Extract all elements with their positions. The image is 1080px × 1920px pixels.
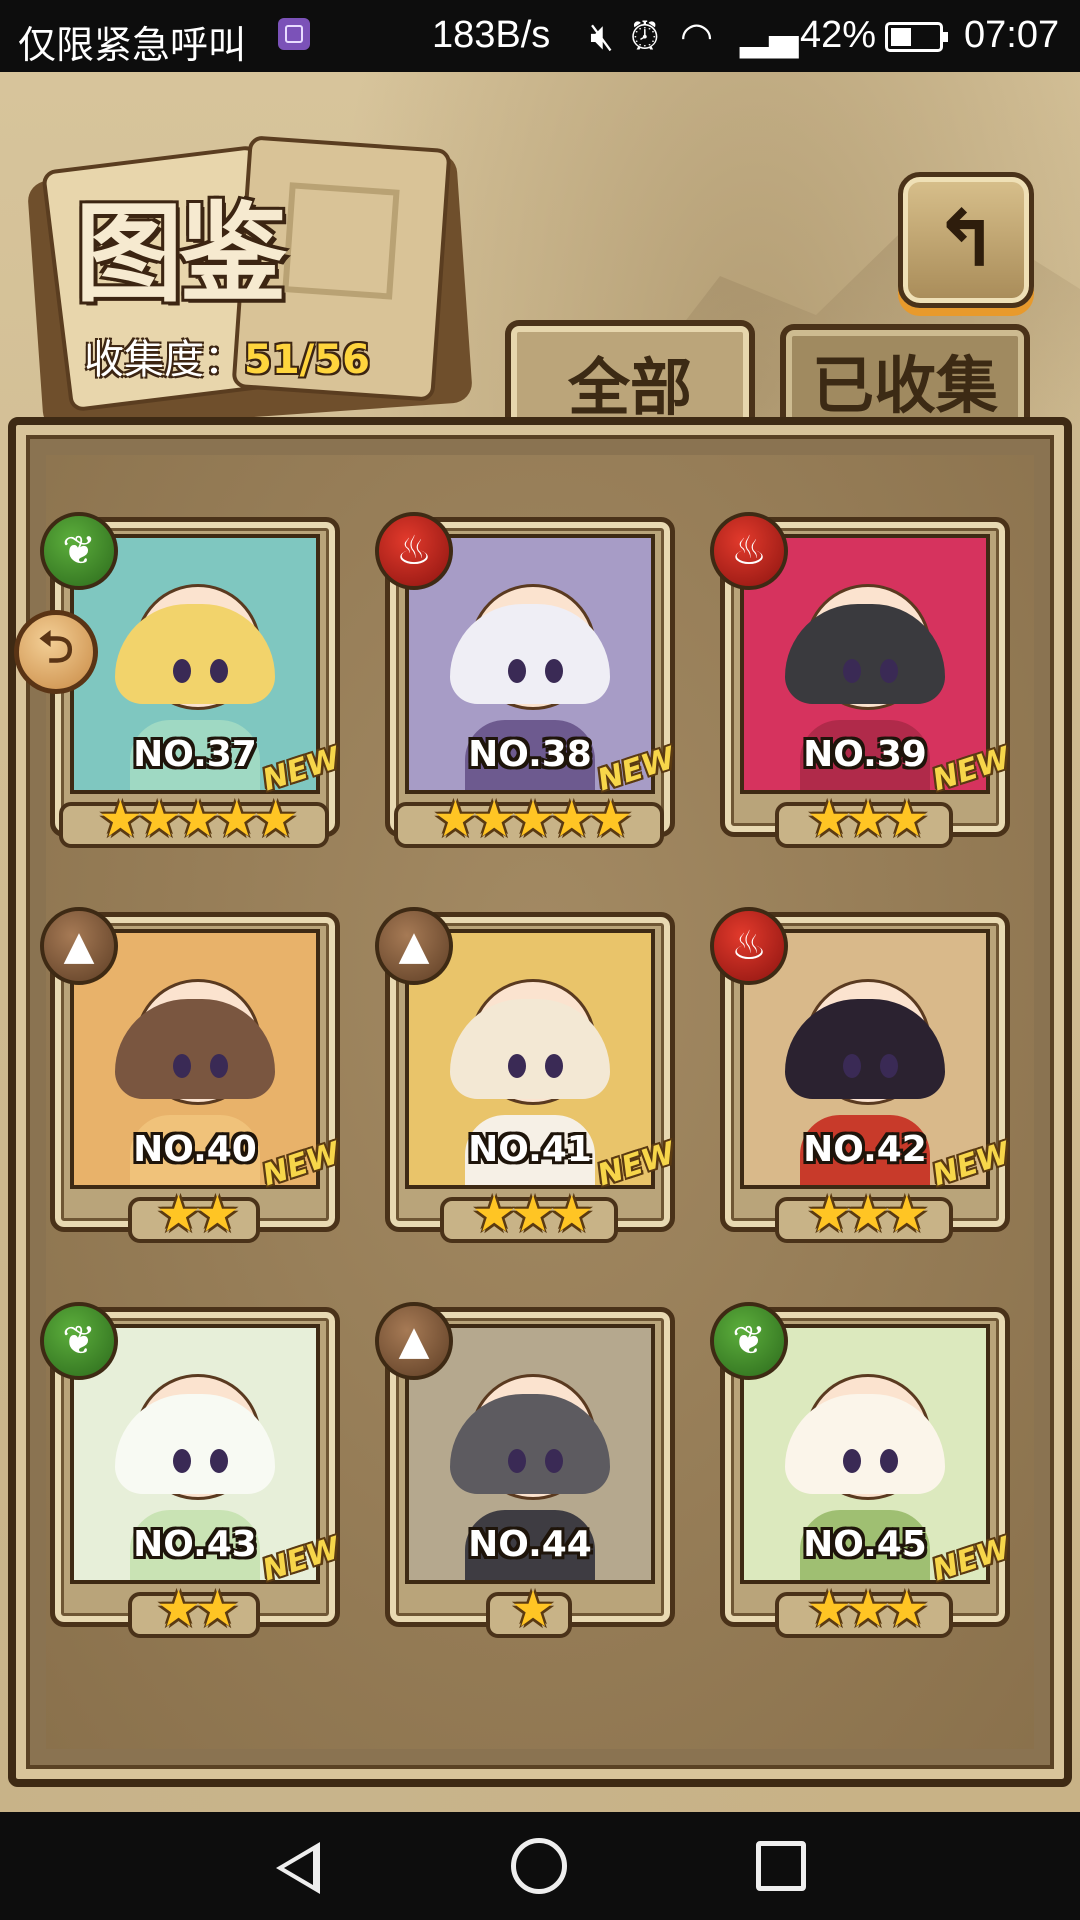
portrait-eye bbox=[209, 1448, 228, 1473]
leaf-icon: ❦ bbox=[40, 1302, 118, 1380]
character-card[interactable]: NO.40 NEW ★★ ▲ bbox=[40, 907, 348, 1257]
collection-value: 51/56 bbox=[244, 337, 370, 383]
mountain-icon: ▲ bbox=[375, 907, 453, 985]
home-nav-icon[interactable] bbox=[511, 1838, 567, 1894]
star-rating: ★★★ bbox=[471, 1185, 594, 1243]
leaf-icon: ❦ bbox=[710, 1302, 788, 1380]
recent-apps-nav-icon[interactable] bbox=[756, 1841, 806, 1891]
leaf-icon: ❦ bbox=[40, 512, 118, 590]
star-rating: ★★★ bbox=[806, 790, 929, 848]
clock: 07:07 bbox=[964, 14, 1060, 56]
collection-label: 收集度： bbox=[84, 337, 244, 383]
star-rating: ★ bbox=[510, 1580, 556, 1638]
mute-icon: 🔇︎ bbox=[590, 14, 614, 58]
star-rating: ★★ bbox=[156, 1185, 240, 1243]
character-card[interactable]: NO.44 ★ ▲ bbox=[375, 1302, 683, 1652]
back-nav-icon[interactable] bbox=[272, 1838, 328, 1894]
portrait-eye bbox=[209, 658, 228, 683]
star-rating: ★★★ bbox=[806, 1580, 929, 1638]
battery-icon bbox=[885, 22, 948, 52]
portrait-eye bbox=[879, 1448, 898, 1473]
page-title: 图鉴 bbox=[75, 192, 287, 317]
portrait-eye bbox=[544, 658, 563, 683]
scroll-left-button[interactable]: ⮌ bbox=[14, 610, 98, 694]
flame-icon: ♨ bbox=[710, 907, 788, 985]
navigation-bar bbox=[0, 1812, 1080, 1920]
mountain-icon: ▲ bbox=[40, 907, 118, 985]
status-bar: 仅限紧急呼叫 183B/s 🔇︎ ⏰︎ ◠ ▂▄ 42% 07:07 bbox=[0, 0, 1080, 72]
character-card[interactable]: NO.37 NEW ★★★★★ ❦ bbox=[40, 512, 348, 862]
portrait-eye bbox=[879, 1053, 898, 1078]
card-number: NO.44 bbox=[468, 1524, 592, 1565]
encyclopedia-screen: 图鉴 收集度：51/56 ↰ 全部 已收集 ⮌ NO.37 NEW ★★★★★ ❦ NO… bbox=[0, 72, 1080, 1812]
portrait-eye bbox=[544, 1448, 563, 1473]
collection-progress: 收集度：51/56 bbox=[84, 327, 370, 385]
flame-icon: ♨ bbox=[710, 512, 788, 590]
portrait-eye bbox=[879, 658, 898, 683]
wifi-icon: ◠ bbox=[680, 14, 714, 58]
carrier-text: 仅限紧急呼叫 bbox=[18, 23, 247, 67]
portrait-eye bbox=[209, 1053, 228, 1078]
signal-icon: ▂▄ bbox=[740, 14, 799, 58]
star-rating: ★★ bbox=[156, 1580, 240, 1638]
character-card[interactable]: NO.38 NEW ★★★★★ ♨ bbox=[375, 512, 683, 862]
back-button[interactable]: ↰ bbox=[898, 172, 1034, 308]
mountain-icon: ▲ bbox=[375, 1302, 453, 1380]
portrait-eye bbox=[544, 1053, 563, 1078]
network-speed: 183B/s bbox=[432, 14, 551, 56]
character-card[interactable]: NO.41 NEW ★★★ ▲ bbox=[375, 907, 683, 1257]
arrow-left-icon: ⮌ bbox=[38, 621, 74, 673]
star-rating: ★★★★★ bbox=[97, 790, 298, 848]
notification-app-icon bbox=[278, 18, 310, 50]
tab-collected[interactable]: 已收集 bbox=[780, 324, 1030, 429]
star-rating: ★★★★★ bbox=[432, 790, 633, 848]
character-card[interactable]: NO.42 NEW ★★★ ♨ bbox=[710, 907, 1018, 1257]
battery-percent: 42% bbox=[800, 14, 877, 56]
character-card[interactable]: NO.45 NEW ★★★ ❦ bbox=[710, 1302, 1018, 1652]
character-card[interactable]: NO.39 NEW ★★★ ♨ bbox=[710, 512, 1018, 862]
return-arrow-icon: ↰ bbox=[933, 195, 999, 285]
character-card[interactable]: NO.43 NEW ★★ ❦ bbox=[40, 1302, 348, 1652]
flame-icon: ♨ bbox=[375, 512, 453, 590]
star-rating: ★★★ bbox=[806, 1185, 929, 1243]
alarm-icon: ⏰︎ bbox=[630, 14, 660, 58]
